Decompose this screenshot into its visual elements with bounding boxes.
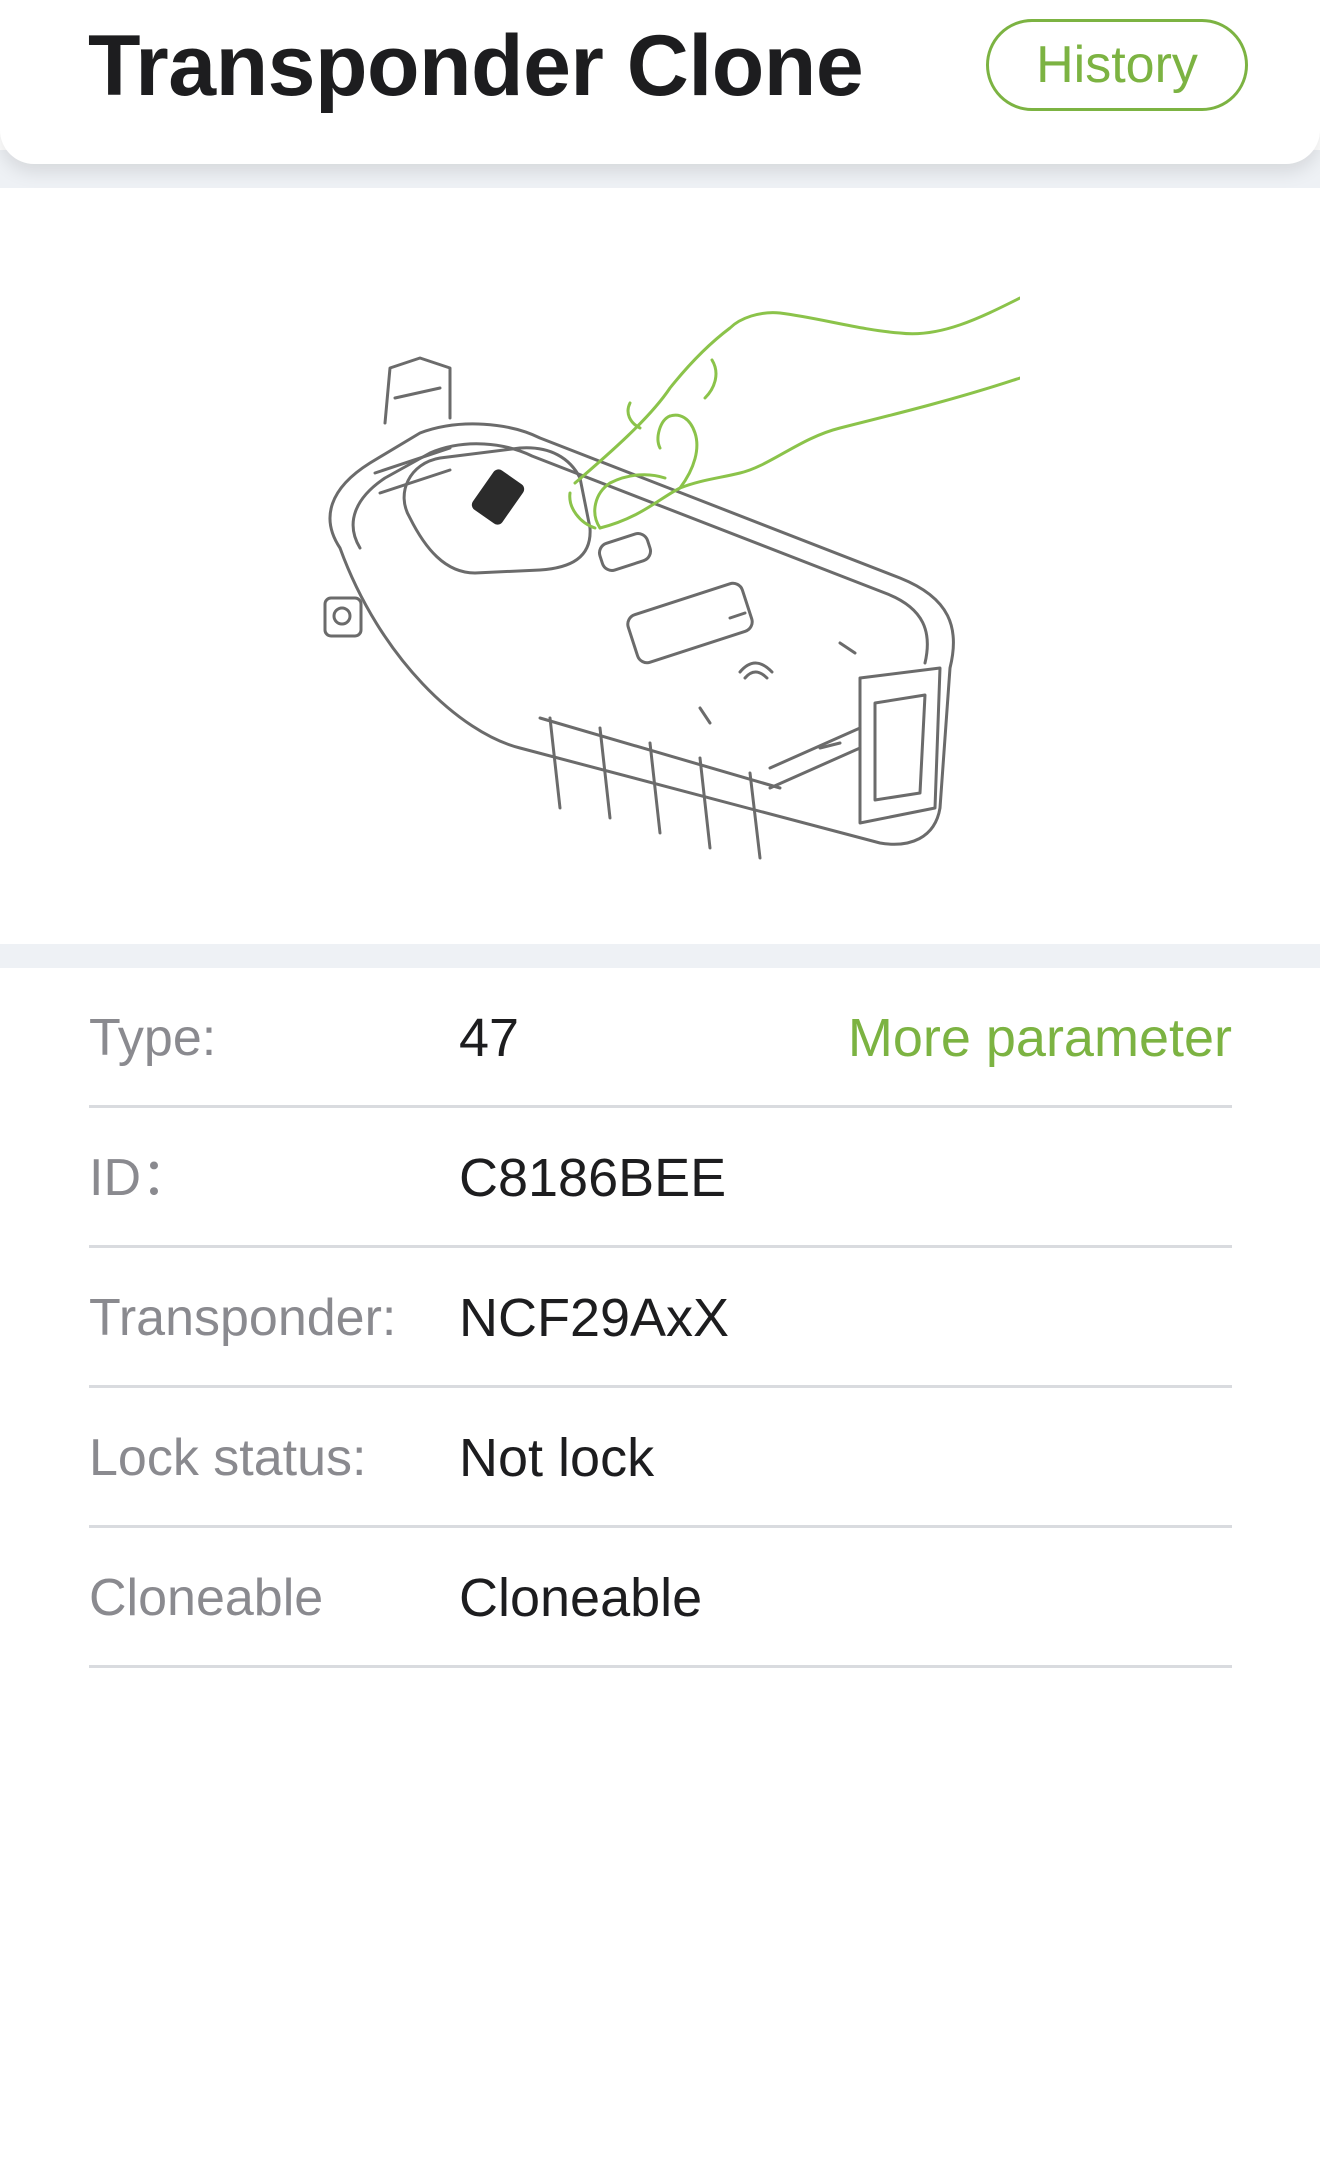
type-label: Type:: [89, 1009, 217, 1067]
info-row-type: Type: 47 More parameter: [89, 968, 1232, 1108]
info-row-transponder: Transponder: NCF29AxX: [89, 1248, 1232, 1388]
info-row-lock-status: Lock status: Not lock: [89, 1388, 1232, 1528]
page-title: Transponder Clone: [88, 18, 864, 114]
id-value: C8186BEE: [459, 1148, 727, 1208]
lock-status-value: Not lock: [459, 1428, 655, 1488]
transponder-info-list: Type: 47 More parameter ID： C8186BEE Tra…: [89, 968, 1232, 1668]
info-row-cloneable: Cloneable Cloneable: [89, 1528, 1232, 1668]
device-illustration: [0, 188, 1320, 944]
history-button[interactable]: History: [986, 19, 1248, 111]
section-divider: [0, 944, 1320, 968]
lock-status-label: Lock status:: [89, 1429, 367, 1487]
type-value: 47: [459, 1008, 520, 1068]
header-bar: Transponder Clone History: [0, 0, 1320, 164]
transponder-label: Transponder:: [89, 1289, 397, 1347]
transponder-clone-screen: Transponder Clone History Type: 47 More …: [0, 0, 1320, 2183]
cloneable-label: Cloneable: [89, 1569, 324, 1627]
id-label: ID：: [89, 1149, 194, 1207]
more-parameter-link[interactable]: More parameter: [848, 968, 1232, 1108]
info-row-id: ID： C8186BEE: [89, 1108, 1232, 1248]
transponder-value: NCF29AxX: [459, 1288, 730, 1348]
hand-placing-key-on-device-illustration: [323, 296, 1020, 860]
cloneable-value: Cloneable: [459, 1568, 703, 1628]
